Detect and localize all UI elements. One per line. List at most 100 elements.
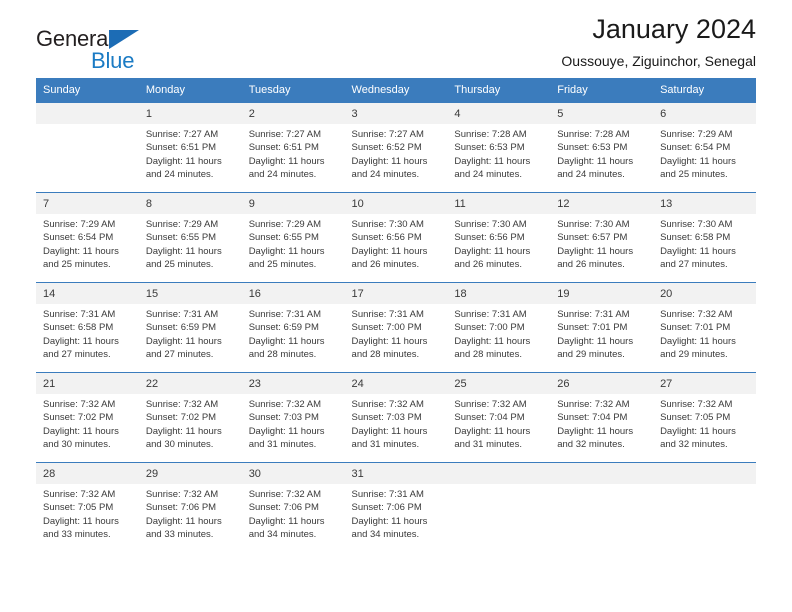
day-details: Sunrise: 7:32 AM Sunset: 7:03 PM Daylight:…	[345, 394, 448, 452]
day-details: Sunrise: 7:32 AM Sunset: 7:06 PM Daylight:…	[242, 484, 345, 542]
daylight-text-line1: Daylight: 11 hours	[351, 245, 428, 257]
calendar-cell-day-31[interactable]: 31 Sunrise: 7:31 AM Sunset: 7:06 PM Dayligh…	[344, 462, 448, 553]
sunset-text: Sunset: 7:06 PM	[248, 502, 319, 514]
day-details	[447, 484, 550, 488]
calendar-cell-day-23[interactable]: 23 Sunrise: 7:32 AM Sunset: 7:03 PM Dayligh…	[241, 372, 345, 463]
calendar-cell-empty	[447, 462, 551, 553]
sunrise-text: Sunrise: 7:32 AM	[145, 399, 219, 410]
calendar-cell-day-4[interactable]: 4 Sunrise: 7:28 AM Sunset: 6:53 PM Daylight…	[447, 102, 551, 193]
calendar-cell-day-19[interactable]: 19 Sunrise: 7:31 AM Sunset: 7:01 PM Dayligh…	[550, 282, 654, 373]
day-number: 23	[241, 373, 345, 394]
sunset-text: Sunset: 7:00 PM	[351, 322, 422, 334]
sunset-text: Sunset: 6:54 PM	[43, 232, 114, 244]
calendar-cell-day-20[interactable]: 20 Sunrise: 7:32 AM Sunset: 7:01 PM Dayligh…	[653, 282, 756, 373]
daylight-text-line1: Daylight: 11 hours	[660, 155, 736, 167]
calendar-cell-day-17[interactable]: 17 Sunrise: 7:31 AM Sunset: 7:00 PM Dayligh…	[344, 282, 448, 373]
day-number: 31	[344, 463, 448, 484]
sunset-text: Sunset: 7:05 PM	[660, 412, 731, 424]
generalblue-logo[interactable]: General Blue	[36, 26, 236, 78]
sunset-text: Sunset: 6:54 PM	[660, 142, 731, 154]
sunset-text: Sunset: 6:56 PM	[454, 232, 525, 244]
calendar-cell-day-5[interactable]: 5 Sunrise: 7:28 AM Sunset: 6:53 PM Daylight…	[550, 102, 654, 193]
day-number: 29	[138, 463, 242, 484]
daylight-text-line1: Daylight: 11 hours	[557, 425, 634, 437]
sunrise-text: Sunrise: 7:30 AM	[351, 219, 424, 230]
weekday-header-monday: Monday	[138, 78, 242, 103]
sunrise-text: Sunrise: 7:30 AM	[454, 219, 527, 230]
daylight-text-line1: Daylight: 11 hours	[248, 245, 325, 257]
calendar-cell-day-26[interactable]: 26 Sunrise: 7:32 AM Sunset: 7:04 PM Dayligh…	[550, 372, 654, 463]
daylight-text-line2: and 34 minutes.	[248, 529, 317, 541]
day-details: Sunrise: 7:30 AM Sunset: 6:56 PM Daylight:…	[447, 214, 550, 272]
calendar-cell-empty	[550, 462, 654, 553]
daylight-text-line1: Daylight: 11 hours	[454, 155, 531, 167]
calendar-cell-day-29[interactable]: 29 Sunrise: 7:32 AM Sunset: 7:06 PM Dayligh…	[138, 462, 242, 553]
day-number: 2	[241, 103, 345, 124]
calendar-cell-day-27[interactable]: 27 Sunrise: 7:32 AM Sunset: 7:05 PM Dayligh…	[653, 372, 756, 463]
calendar-cell-day-7[interactable]: 7 Sunrise: 7:29 AM Sunset: 6:54 PM Daylight…	[36, 192, 139, 283]
calendar-cell-day-2[interactable]: 2 Sunrise: 7:27 AM Sunset: 6:51 PM Daylight…	[241, 102, 345, 193]
daylight-text-line1: Daylight: 11 hours	[145, 515, 222, 527]
daylight-text-line2: and 25 minutes.	[43, 259, 111, 271]
calendar-cell-day-16[interactable]: 16 Sunrise: 7:31 AM Sunset: 6:59 PM Dayligh…	[241, 282, 345, 373]
daylight-text-line2: and 28 minutes.	[454, 349, 522, 361]
sunset-text: Sunset: 6:59 PM	[248, 322, 319, 334]
day-details	[550, 484, 653, 488]
calendar-cell-day-21[interactable]: 21 Sunrise: 7:32 AM Sunset: 7:02 PM Dayligh…	[36, 372, 139, 463]
sunset-text: Sunset: 7:01 PM	[557, 322, 628, 334]
daylight-text-line2: and 27 minutes.	[43, 349, 111, 361]
day-details: Sunrise: 7:30 AM Sunset: 6:57 PM Daylight:…	[550, 214, 653, 272]
calendar-week-row: 7 Sunrise: 7:29 AM Sunset: 6:54 PM Daylight…	[36, 192, 756, 283]
sunrise-text: Sunrise: 7:27 AM	[248, 129, 322, 140]
calendar-cell-day-3[interactable]: 3 Sunrise: 7:27 AM Sunset: 6:52 PM Daylight…	[344, 102, 448, 193]
sunrise-text: Sunrise: 7:32 AM	[351, 399, 424, 410]
day-number	[653, 463, 756, 484]
sunset-text: Sunset: 6:53 PM	[557, 142, 628, 154]
day-number: 8	[138, 193, 242, 214]
day-number: 26	[550, 373, 654, 394]
calendar-cell-day-25[interactable]: 25 Sunrise: 7:32 AM Sunset: 7:04 PM Dayligh…	[447, 372, 551, 463]
sunrise-text: Sunrise: 7:29 AM	[145, 219, 219, 230]
day-number: 20	[653, 283, 756, 304]
sunset-text: Sunset: 6:56 PM	[351, 232, 422, 244]
daylight-text-line1: Daylight: 11 hours	[660, 425, 736, 437]
calendar-cell-day-15[interactable]: 15 Sunrise: 7:31 AM Sunset: 6:59 PM Dayligh…	[138, 282, 242, 373]
daylight-text-line1: Daylight: 11 hours	[248, 425, 325, 437]
calendar-cell-day-18[interactable]: 18 Sunrise: 7:31 AM Sunset: 7:00 PM Dayligh…	[447, 282, 551, 373]
daylight-text-line2: and 32 minutes.	[557, 439, 625, 451]
sunset-text: Sunset: 7:04 PM	[557, 412, 628, 424]
calendar-cell-day-10[interactable]: 10 Sunrise: 7:30 AM Sunset: 6:56 PM Dayligh…	[344, 192, 448, 283]
day-details: Sunrise: 7:31 AM Sunset: 6:59 PM Daylight:…	[139, 304, 242, 362]
sunrise-text: Sunrise: 7:31 AM	[43, 309, 116, 320]
calendar-cell-day-14[interactable]: 14 Sunrise: 7:31 AM Sunset: 6:58 PM Dayligh…	[36, 282, 139, 373]
day-number: 18	[447, 283, 551, 304]
sunset-text: Sunset: 6:55 PM	[145, 232, 217, 244]
day-details: Sunrise: 7:27 AM Sunset: 6:52 PM Daylight:…	[345, 124, 448, 182]
sunrise-text: Sunrise: 7:28 AM	[557, 129, 630, 140]
day-number	[447, 463, 551, 484]
day-details: Sunrise: 7:31 AM Sunset: 6:58 PM Daylight:…	[36, 304, 139, 362]
calendar-cell-day-28[interactable]: 28 Sunrise: 7:32 AM Sunset: 7:05 PM Dayligh…	[36, 462, 139, 553]
calendar-cell-day-22[interactable]: 22 Sunrise: 7:32 AM Sunset: 7:02 PM Dayligh…	[138, 372, 242, 463]
day-number: 6	[653, 103, 756, 124]
calendar-cell-day-1[interactable]: 1 Sunrise: 7:27 AM Sunset: 6:51 PM Daylight…	[138, 102, 242, 193]
sunset-text: Sunset: 6:57 PM	[557, 232, 628, 244]
calendar-cell-day-9[interactable]: 9 Sunrise: 7:29 AM Sunset: 6:55 PM Daylight…	[241, 192, 345, 283]
calendar-cell-empty	[653, 462, 756, 553]
calendar-cell-day-11[interactable]: 11 Sunrise: 7:30 AM Sunset: 6:56 PM Dayligh…	[447, 192, 551, 283]
sunrise-text: Sunrise: 7:28 AM	[454, 129, 527, 140]
daylight-text-line1: Daylight: 11 hours	[454, 335, 531, 347]
page-subtitle: Oussouye, Ziguinchor, Senegal	[561, 53, 756, 69]
calendar-cell-day-30[interactable]: 30 Sunrise: 7:32 AM Sunset: 7:06 PM Dayligh…	[241, 462, 345, 553]
calendar-cell-day-13[interactable]: 13 Sunrise: 7:30 AM Sunset: 6:58 PM Dayligh…	[653, 192, 756, 283]
calendar-cell-day-12[interactable]: 12 Sunrise: 7:30 AM Sunset: 6:57 PM Dayligh…	[550, 192, 654, 283]
calendar-cell-day-8[interactable]: 8 Sunrise: 7:29 AM Sunset: 6:55 PM Daylight…	[138, 192, 242, 283]
day-number: 7	[36, 193, 139, 214]
calendar-cell-day-6[interactable]: 6 Sunrise: 7:29 AM Sunset: 6:54 PM Daylight…	[653, 102, 756, 193]
weekday-header-wednesday: Wednesday	[344, 78, 448, 103]
calendar-body: 1 Sunrise: 7:27 AM Sunset: 6:51 PM Daylight…	[36, 102, 756, 553]
day-number: 16	[241, 283, 345, 304]
day-details: Sunrise: 7:32 AM Sunset: 7:02 PM Daylight:…	[139, 394, 242, 452]
sunrise-text: Sunrise: 7:30 AM	[660, 219, 733, 230]
calendar-cell-day-24[interactable]: 24 Sunrise: 7:32 AM Sunset: 7:03 PM Dayligh…	[344, 372, 448, 463]
